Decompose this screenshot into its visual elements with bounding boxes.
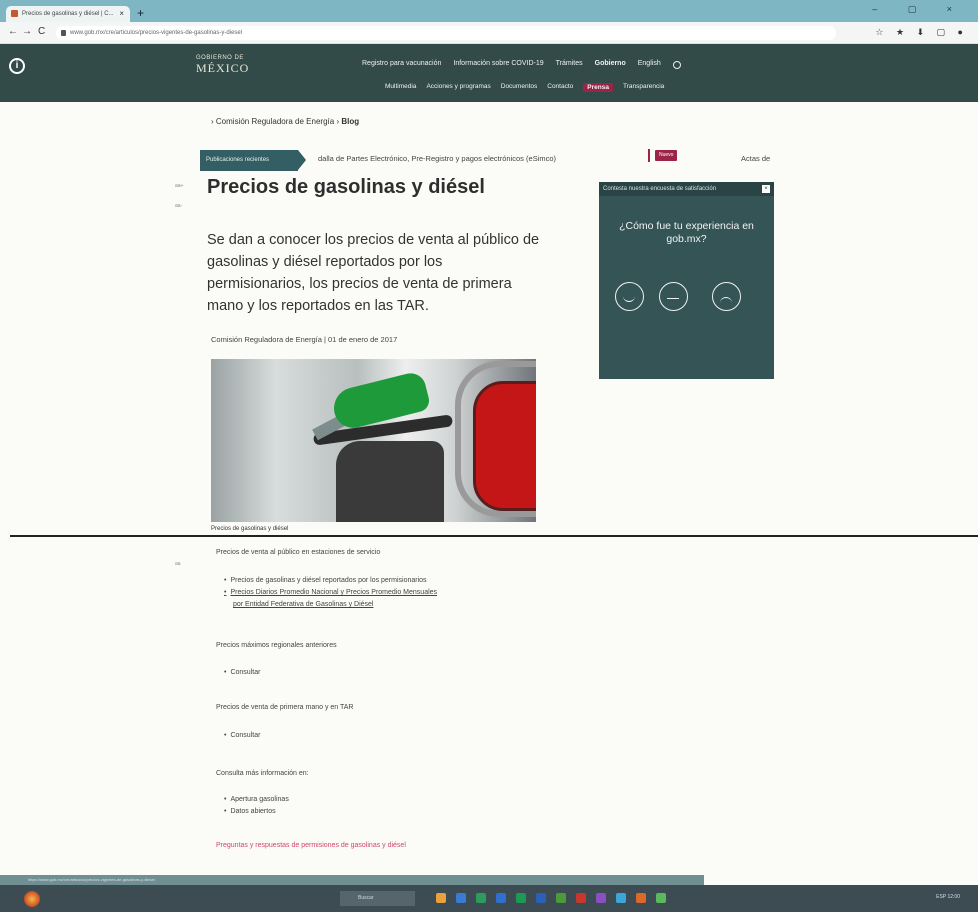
breadcrumb-org[interactable]: Comisión Reguladora de Energía (216, 117, 334, 126)
taskbar-search[interactable]: Buscar (340, 891, 415, 906)
photo-chrome-shape (455, 361, 536, 517)
nav-tramites[interactable]: Trámites (556, 60, 583, 69)
forward-button[interactable]: → (22, 26, 32, 37)
primary-nav: Registro para vacunación Información sob… (362, 60, 681, 69)
start-button-icon[interactable] (24, 891, 40, 907)
secondary-nav: Multimedia Acciones y programas Document… (385, 83, 664, 92)
chrome-icon[interactable] (476, 893, 486, 903)
recent-publications-badge: Publicaciones recientes (200, 150, 306, 171)
url-text: www.gob.mx/cre/articulos/precios-vigente… (70, 30, 243, 36)
font-decrease-button[interactable]: aa- (175, 203, 182, 209)
recent-ticker-next[interactable]: Actas de (741, 154, 770, 163)
favicon-icon (11, 10, 18, 17)
daily-prices-link[interactable]: Precios Diarios Promedio Nacional y Prec… (224, 589, 437, 596)
survey-header: Contesta nuestra encuesta de satisfacció… (599, 182, 774, 196)
logo-big-text: MÉXICO (196, 61, 250, 75)
app-icon-3[interactable] (636, 893, 646, 903)
extension-icons[interactable]: ☆ ★ ⬇ ▢ ● (875, 27, 968, 38)
page-title: Precios de gasolinas y diésel (207, 176, 485, 198)
address-bar: ← → C www.gob.mx/cre/articulos/precios-v… (0, 22, 978, 44)
browser-tab-bar: Precios de gasolinas y diésel | C... × +… (0, 0, 978, 22)
recent-ticker-link[interactable]: dalla de Partes Electrónico, Pre-Registr… (318, 154, 556, 163)
survey-question: ¿Cómo fue tu experiencia en gob.mx? (619, 220, 754, 245)
section-public-prices-label: Precios de venta al público en estacione… (216, 549, 381, 556)
new-tab-button[interactable]: + (137, 6, 144, 20)
new-badge: Nuevo (655, 150, 678, 161)
survey-header-text: Contesta nuestra encuesta de satisfacció… (603, 186, 717, 192)
file-explorer-icon[interactable] (436, 893, 446, 903)
system-tray[interactable]: ESP 12:00 (936, 894, 960, 900)
gob-mx-logo[interactable]: GOBIERNO DE MÉXICO (196, 55, 249, 76)
font-reset-button[interactable]: aa (175, 561, 181, 567)
consult-max-prices-link[interactable]: Consultar (224, 669, 260, 676)
list-item: Precios de gasolinas y diésel reportados… (224, 577, 426, 584)
app-icon[interactable] (556, 893, 566, 903)
mail-icon[interactable] (456, 893, 466, 903)
nav-covid[interactable]: Información sobre COVID-19 (453, 60, 543, 69)
taskbar: Buscar ESP 12:00 (0, 885, 978, 912)
breadcrumb-prefix: › (211, 117, 214, 126)
sad-face-icon[interactable] (712, 282, 741, 311)
apertura-gasolinas-link[interactable]: Apertura gasolinas (224, 796, 288, 803)
daily-prices-link-cont[interactable]: por Entidad Federativa de Gasolinas y Di… (233, 601, 373, 608)
word-icon[interactable] (536, 893, 546, 903)
faq-link[interactable]: Preguntas y respuestas de permisiones de… (216, 842, 406, 849)
url-input[interactable]: www.gob.mx/cre/articulos/precios-vigente… (56, 26, 836, 40)
nav-gobierno[interactable]: Gobierno (595, 60, 626, 69)
browser-tab[interactable]: Precios de gasolinas y diésel | C... × (6, 6, 130, 22)
article-lead: Se dan a conocer los precios de venta al… (207, 232, 540, 314)
section-first-hand-label: Precios de venta de primera mano y en TA… (216, 704, 354, 711)
scan-divider-line (10, 535, 978, 537)
datos-abiertos-link[interactable]: Datos abiertos (224, 808, 275, 815)
nav-vacunacion[interactable]: Registro para vacunación (362, 60, 441, 69)
breadcrumb: › Comisión Reguladora de Energía › Blog (211, 117, 359, 126)
ticker-separator (648, 149, 650, 162)
photo-caption: Precios de gasolinas y diésel (211, 526, 289, 532)
edge-icon[interactable] (496, 893, 506, 903)
breadcrumb-sep: › (336, 117, 340, 126)
article-byline: Comisión Reguladora de Energía | 01 de e… (211, 335, 398, 344)
tab-title: Precios de gasolinas y diésel | C... (22, 11, 114, 17)
tab-close-button[interactable]: × (119, 6, 124, 22)
teams-icon[interactable] (596, 893, 606, 903)
nav-prensa[interactable]: Prensa (583, 83, 613, 92)
app-icon-2[interactable] (616, 893, 626, 903)
fuel-nozzle-photo (211, 359, 536, 522)
nav-english[interactable]: English (638, 60, 661, 69)
neutral-face-icon[interactable] (659, 282, 688, 311)
window-controls[interactable]: – ▢ × (872, 4, 966, 15)
site-header: i GOBIERNO DE MÉXICO Registro para vacun… (0, 44, 978, 102)
nav-multimedia[interactable]: Multimedia (385, 83, 416, 92)
lock-icon (61, 30, 66, 36)
nav-transparencia[interactable]: Transparencia (623, 83, 664, 92)
search-icon[interactable] (672, 61, 681, 69)
back-button[interactable]: ← (8, 26, 18, 37)
satisfaction-survey: Contesta nuestra encuesta de satisfacció… (599, 182, 774, 379)
nav-acciones[interactable]: Acciones y programas (426, 83, 490, 92)
photo-pump-shape (336, 441, 444, 522)
reload-button[interactable]: C (38, 26, 45, 37)
browser-status-bar: https://www.gob.mx/cre/articulos/precios… (0, 875, 704, 885)
powerpoint-icon[interactable] (576, 893, 586, 903)
font-increase-button[interactable]: aa+ (175, 183, 183, 189)
section-max-prices-label: Precios máximos regionales anteriores (216, 642, 337, 649)
happy-face-icon[interactable] (615, 282, 644, 311)
accessibility-icon[interactable]: i (9, 58, 25, 74)
excel-icon[interactable] (516, 893, 526, 903)
breadcrumb-current[interactable]: Blog (341, 117, 359, 126)
consult-first-hand-link[interactable]: Consultar (224, 732, 260, 739)
nav-documentos[interactable]: Documentos (501, 83, 538, 92)
section-more-info-label: Consulta más información en: (216, 770, 309, 777)
nav-contacto[interactable]: Contacto (547, 83, 573, 92)
app-icon-4[interactable] (656, 893, 666, 903)
close-icon[interactable]: × (762, 185, 770, 193)
